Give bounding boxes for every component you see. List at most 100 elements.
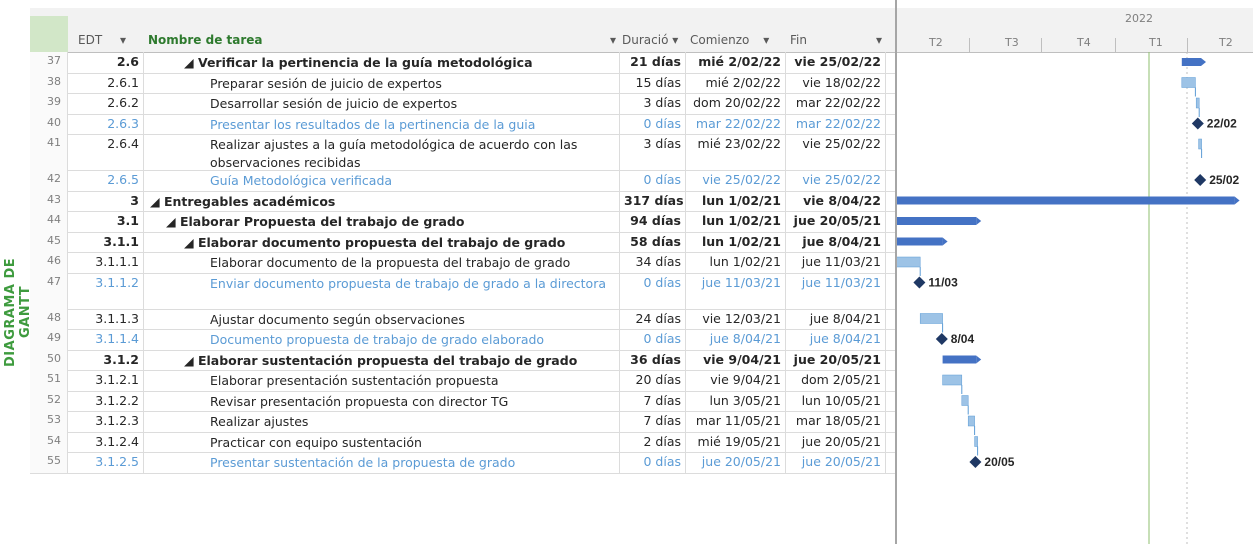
filter-icon[interactable]: ▾ [610, 28, 616, 52]
task-name-cell[interactable]: Realizar ajustes a la guía metodológica … [144, 134, 620, 170]
task-bar[interactable] [1195, 97, 1200, 109]
finish-cell[interactable]: dom 2/05/21 [786, 370, 886, 391]
task-name-cell[interactable]: Elaborar presentación sustentación propu… [144, 370, 620, 391]
duration-cell[interactable]: 20 días [620, 370, 686, 391]
duration-cell[interactable]: 7 días [620, 411, 686, 432]
edt-cell[interactable]: 2.6.4 [68, 134, 144, 170]
table-row[interactable]: 55 3.1.2.5 Presentar sustentación de la pr… [30, 452, 895, 474]
task-name-cell[interactable]: Presentar los resultados de la pertinenc… [144, 113, 620, 134]
task-name-cell[interactable]: Enviar documento propuesta de trabajo de… [144, 272, 620, 309]
table-row[interactable]: 47 3.1.1.2 Enviar documento propuesta de t… [30, 272, 895, 310]
duration-cell[interactable]: 7 días [620, 390, 686, 411]
finish-cell[interactable]: jue 20/05/21 [786, 211, 886, 232]
row-number[interactable]: 45 [30, 231, 68, 252]
edt-cell[interactable]: 3.1.1 [68, 231, 144, 252]
row-number[interactable]: 52 [30, 390, 68, 411]
edt-cell[interactable]: 3.1.1.4 [68, 329, 144, 350]
table-row[interactable]: 49 3.1.1.4 Documento propuesta de trabajo … [30, 329, 895, 351]
start-cell[interactable]: mié 2/02/22 [686, 72, 786, 93]
edt-cell[interactable]: 2.6.1 [68, 72, 144, 93]
start-cell[interactable]: mar 22/02/22 [686, 113, 786, 134]
edt-cell[interactable]: 2.6.3 [68, 113, 144, 134]
task-name-cell[interactable]: Realizar ajustes [144, 411, 620, 432]
finish-cell[interactable]: mar 18/05/21 [786, 411, 886, 432]
finish-cell[interactable]: jue 20/05/21 [786, 452, 886, 473]
task-name-cell[interactable]: Preparar sesión de juicio de expertos [144, 72, 620, 93]
filter-icon[interactable]: ▾ [120, 33, 126, 47]
edt-cell[interactable]: 3.1.1.1 [68, 252, 144, 273]
column-header-task[interactable]: Nombre de tarea ▾ [148, 28, 618, 52]
duration-cell[interactable]: 0 días [620, 329, 686, 350]
task-name-cell[interactable]: Practicar con equipo sustentación [144, 431, 620, 452]
table-row[interactable]: 37 2.6 ◢ Verificar la pertinencia de la gu… [30, 52, 895, 74]
task-grid[interactable]: EDT ▾ Nombre de tarea ▾ Duració ▾ Comienz… [30, 0, 895, 544]
start-cell[interactable]: vie 9/04/21 [686, 370, 786, 391]
duration-cell[interactable]: 317 días [620, 190, 686, 211]
table-row[interactable]: 41 2.6.4 Realizar ajustes a la guía metodo… [30, 134, 895, 171]
start-cell[interactable]: vie 25/02/22 [686, 170, 786, 191]
task-bar[interactable] [919, 313, 943, 324]
task-name-cell[interactable]: Elaborar documento de la propuesta del t… [144, 252, 620, 273]
start-cell[interactable]: lun 1/02/21 [686, 231, 786, 252]
edt-cell[interactable]: 3.1.2.4 [68, 431, 144, 452]
start-cell[interactable]: lun 1/02/21 [686, 211, 786, 232]
column-header-edt[interactable]: EDT ▾ [78, 28, 126, 52]
filter-icon[interactable]: ▾ [763, 33, 769, 47]
row-number[interactable]: 55 [30, 452, 68, 473]
finish-cell[interactable]: mar 22/02/22 [786, 93, 886, 114]
table-row[interactable]: 51 3.1.2.1 Elaborar presentación sustentac… [30, 370, 895, 392]
summary-bar-end[interactable] [976, 355, 982, 364]
finish-cell[interactable]: vie 25/02/22 [786, 52, 886, 73]
duration-cell[interactable]: 24 días [620, 308, 686, 329]
start-cell[interactable]: mié 19/05/21 [686, 431, 786, 452]
task-name-cell[interactable]: Guía Metodológica verificada [144, 170, 620, 191]
finish-cell[interactable]: vie 25/02/22 [786, 170, 886, 191]
finish-cell[interactable]: vie 25/02/22 [786, 134, 886, 170]
edt-cell[interactable]: 2.6 [68, 52, 144, 73]
edt-cell[interactable]: 3.1.1.3 [68, 308, 144, 329]
duration-cell[interactable]: 0 días [620, 452, 686, 473]
row-number[interactable]: 46 [30, 252, 68, 273]
task-bar[interactable] [961, 395, 969, 406]
milestone-diamond[interactable] [913, 276, 926, 289]
table-row[interactable]: 42 2.6.5 Guía Metodológica verificada 0 día… [30, 170, 895, 192]
task-name-cell[interactable]: Documento propuesta de trabajo de grado … [144, 329, 620, 350]
row-number[interactable]: 38 [30, 72, 68, 93]
task-bar[interactable] [1181, 77, 1196, 88]
table-row[interactable]: 44 3.1 ◢ Elaborar Propuesta del trabajo de… [30, 211, 895, 233]
table-row[interactable]: 40 2.6.3 Presentar los resultados de la pe… [30, 113, 895, 135]
start-cell[interactable]: mié 23/02/22 [686, 134, 786, 170]
duration-cell[interactable]: 0 días [620, 272, 686, 309]
duration-cell[interactable]: 94 días [620, 211, 686, 232]
edt-cell[interactable]: 3.1 [68, 211, 144, 232]
milestone-diamond[interactable] [1194, 174, 1207, 186]
task-bar[interactable] [974, 436, 978, 447]
task-name-cell[interactable]: Revisar presentación propuesta con direc… [144, 390, 620, 411]
finish-cell[interactable]: jue 8/04/21 [786, 231, 886, 252]
task-name-cell[interactable]: ◢ Elaborar Propuesta del trabajo de grad… [144, 211, 620, 232]
summary-bar-end[interactable] [942, 237, 948, 246]
duration-cell[interactable]: 3 días [620, 93, 686, 114]
duration-cell[interactable]: 0 días [620, 113, 686, 134]
row-number[interactable]: 50 [30, 349, 68, 370]
row-number[interactable]: 48 [30, 308, 68, 329]
summary-bar[interactable] [897, 237, 943, 246]
duration-cell[interactable]: 15 días [620, 72, 686, 93]
row-number[interactable]: 40 [30, 113, 68, 134]
table-row[interactable]: 45 3.1.1 ◢ Elaborar documento propuesta de… [30, 231, 895, 253]
finish-cell[interactable]: vie 18/02/22 [786, 72, 886, 93]
edt-cell[interactable]: 3.1.2.2 [68, 390, 144, 411]
finish-cell[interactable]: jue 20/05/21 [786, 431, 886, 452]
column-header-duration[interactable]: Duració ▾ [622, 28, 678, 52]
summary-bar[interactable] [942, 355, 977, 364]
milestone-diamond[interactable] [935, 333, 948, 345]
edt-cell[interactable]: 3.1.1.2 [68, 272, 144, 309]
start-cell[interactable]: mar 11/05/21 [686, 411, 786, 432]
filter-icon[interactable]: ▾ [672, 33, 678, 47]
finish-cell[interactable]: lun 10/05/21 [786, 390, 886, 411]
duration-cell[interactable]: 3 días [620, 134, 686, 170]
table-row[interactable]: 39 2.6.2 Desarrollar sesión de juicio de e… [30, 93, 895, 115]
task-name-cell[interactable]: ◢ Elaborar documento propuesta del traba… [144, 231, 620, 252]
finish-cell[interactable]: vie 8/04/22 [786, 190, 886, 211]
start-cell[interactable]: dom 20/02/22 [686, 93, 786, 114]
